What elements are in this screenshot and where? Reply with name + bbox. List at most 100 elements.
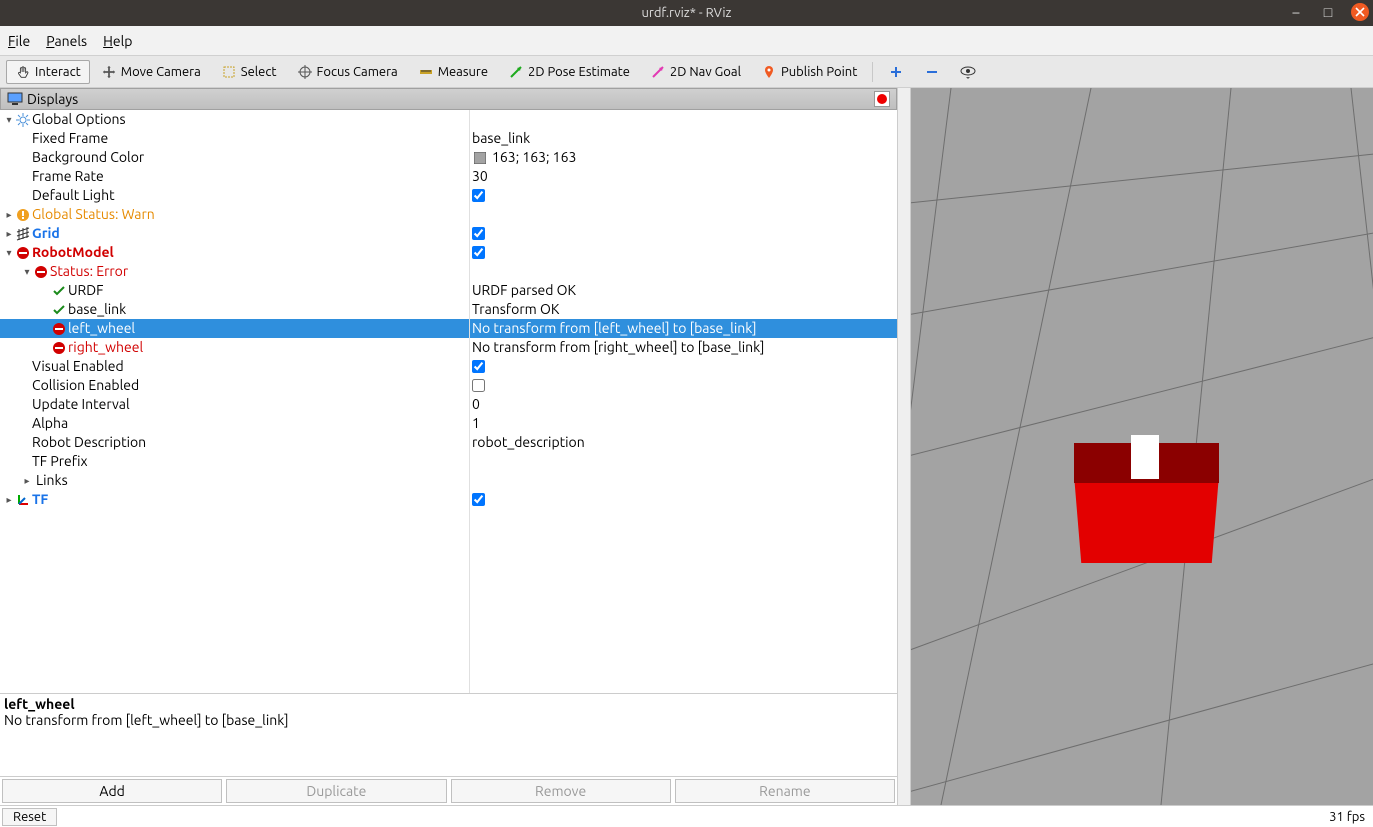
interact-tool[interactable]: Interact [6, 60, 90, 84]
publish-point-label: Publish Point [781, 65, 857, 79]
tree-row-grid[interactable]: ▸ Grid [0, 224, 897, 243]
duplicate-button[interactable]: Duplicate [226, 779, 446, 803]
collision-enabled-checkbox[interactable] [472, 379, 485, 392]
tree-row-global-status[interactable]: ▸ Global Status: Warn [0, 205, 897, 224]
fps-display: 31 fps [1329, 810, 1365, 824]
tree-row-collision-enabled[interactable]: Collision Enabled [0, 376, 897, 395]
frame-rate-val[interactable]: 30 [472, 167, 488, 186]
maximize-button[interactable]: □ [1319, 3, 1337, 21]
measure-tool[interactable]: Measure [409, 60, 497, 84]
minus-icon [924, 64, 940, 80]
add-button[interactable]: Add [2, 779, 222, 803]
tree-row-status-error[interactable]: ▾ Status: Error [0, 262, 897, 281]
tf-checkbox[interactable] [472, 493, 485, 506]
vertical-splitter[interactable] [897, 88, 911, 805]
rename-button[interactable]: Rename [675, 779, 895, 803]
hand-icon [15, 64, 31, 80]
robotmodel-checkbox[interactable] [472, 246, 485, 259]
displays-tree[interactable]: ▾ Global Options ▾Fixed Frame base_link … [0, 110, 897, 693]
status-bar: Reset 31 fps [0, 805, 1373, 827]
color-swatch-icon [472, 150, 488, 166]
pin-icon [761, 64, 777, 80]
tool-bar: Interact Move Camera Select Focus Camera… [0, 56, 1373, 88]
tree-row-alpha[interactable]: Alpha 1 [0, 414, 897, 433]
robotmodel-label: RobotModel [32, 243, 114, 262]
menu-help[interactable]: Help [103, 33, 132, 49]
panel-close-button[interactable] [874, 91, 890, 107]
tree-row-left-wheel[interactable]: left_wheel No transform from [left_wheel… [0, 319, 897, 338]
green-arrow-icon [508, 64, 524, 80]
robot-description-val[interactable]: robot_description [472, 433, 585, 452]
update-interval-val[interactable]: 0 [472, 395, 480, 414]
focus-camera-tool[interactable]: Focus Camera [288, 60, 407, 84]
monitor-icon [7, 91, 23, 107]
menu-panels[interactable]: Panels [46, 33, 87, 49]
fixed-frame-key: Fixed Frame [32, 129, 108, 148]
add-display-button[interactable] [879, 60, 913, 84]
tree-row-urdf[interactable]: URDF URDF parsed OK [0, 281, 897, 300]
update-interval-key: Update Interval [32, 395, 130, 414]
warn-icon [14, 208, 32, 222]
3d-viewport[interactable] [911, 88, 1373, 805]
fixed-frame-val[interactable]: base_link [472, 129, 530, 148]
robot-visual [1074, 443, 1219, 563]
default-light-checkbox[interactable] [472, 189, 485, 202]
reset-button[interactable]: Reset [2, 808, 57, 826]
select-label: Select [241, 65, 277, 79]
panel-button-row: Add Duplicate Remove Rename [0, 777, 897, 805]
displays-panel-header[interactable]: Displays [0, 88, 897, 110]
publish-point-tool[interactable]: Publish Point [752, 60, 866, 84]
tree-row-global-options[interactable]: ▾ Global Options [0, 110, 897, 129]
interact-label: Interact [35, 65, 81, 79]
alpha-val[interactable]: 1 [472, 414, 480, 433]
tree-row-update-interval[interactable]: Update Interval 0 [0, 395, 897, 414]
tree-row-default-light[interactable]: ▾Default Light [0, 186, 897, 205]
tree-row-robotmodel[interactable]: ▾ RobotModel [0, 243, 897, 262]
right-wheel-key: right_wheel [68, 338, 143, 357]
focus-camera-label: Focus Camera [317, 65, 398, 79]
pose-estimate-label: 2D Pose Estimate [528, 65, 630, 79]
move-camera-label: Move Camera [121, 65, 201, 79]
eye-icon [960, 64, 976, 80]
minimize-button[interactable]: – [1287, 3, 1305, 21]
axes-icon [14, 493, 32, 507]
menu-file[interactable]: File [8, 33, 30, 49]
move-camera-tool[interactable]: Move Camera [92, 60, 210, 84]
tree-row-visual-enabled[interactable]: Visual Enabled [0, 357, 897, 376]
view-controller-button[interactable] [951, 60, 985, 84]
robot-description-key: Robot Description [32, 433, 146, 452]
pose-estimate-tool[interactable]: 2D Pose Estimate [499, 60, 639, 84]
links-label: Links [36, 471, 68, 490]
nav-goal-tool[interactable]: 2D Nav Goal [641, 60, 750, 84]
grid-checkbox[interactable] [472, 227, 485, 240]
select-tool[interactable]: Select [212, 60, 286, 84]
check-icon [50, 303, 68, 317]
visual-enabled-checkbox[interactable] [472, 360, 485, 373]
measure-label: Measure [438, 65, 488, 79]
tree-row-tf-prefix[interactable]: TF Prefix [0, 452, 897, 471]
tree-row-robot-description[interactable]: Robot Description robot_description [0, 433, 897, 452]
window-title: urdf.rviz* - RViz [641, 6, 731, 20]
tree-row-base-link[interactable]: base_link Transform OK [0, 300, 897, 319]
tree-row-frame-rate[interactable]: ▾Frame Rate 30 [0, 167, 897, 186]
tree-row-right-wheel[interactable]: right_wheel No transform from [right_whe… [0, 338, 897, 357]
tree-row-tf[interactable]: ▸ TF [0, 490, 897, 509]
base-link-val: Transform OK [472, 300, 559, 319]
tf-prefix-key: TF Prefix [32, 452, 88, 471]
left-wheel-key: left_wheel [68, 319, 135, 338]
urdf-key: URDF [68, 281, 104, 300]
tree-row-fixed-frame[interactable]: ▾Fixed Frame base_link [0, 129, 897, 148]
menu-bar: File Panels Help [0, 26, 1373, 56]
remove-display-button[interactable] [915, 60, 949, 84]
tree-row-links[interactable]: ▸Links [0, 471, 897, 490]
global-options-label: Global Options [32, 110, 126, 129]
tree-row-bg-color[interactable]: ▾Background Color 163; 163; 163 [0, 148, 897, 167]
remove-button[interactable]: Remove [451, 779, 671, 803]
move-icon [101, 64, 117, 80]
alpha-key: Alpha [32, 414, 68, 433]
gear-icon [14, 113, 32, 127]
bg-color-val[interactable]: 163; 163; 163 [492, 148, 576, 167]
close-button[interactable] [1351, 3, 1369, 21]
plus-icon [888, 64, 904, 80]
toolbar-separator [872, 62, 873, 82]
